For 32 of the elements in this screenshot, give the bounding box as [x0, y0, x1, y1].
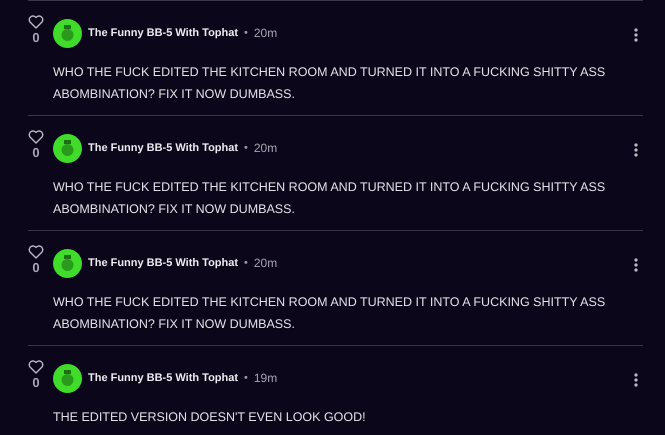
more-icon: [634, 258, 638, 272]
like-count: 0: [32, 145, 40, 160]
heart-icon[interactable]: [28, 130, 44, 144]
comment-time: 20m: [254, 256, 278, 270]
separator-dot: •: [244, 257, 248, 269]
like-count: 0: [32, 30, 40, 45]
comment-time: 19m: [254, 371, 278, 385]
separator-dot: •: [244, 142, 248, 154]
comment-text: WHO THE FUCK EDITED THE KITCHEN ROOM AND TURNED IT INTO A FUCKING SHITTY ASS ABOMBINATION? FIX IT NOW DUMBASS.: [53, 294, 606, 333]
more-icon: [634, 143, 638, 157]
like-count: 0: [32, 260, 40, 275]
author-name[interactable]: The Funny BB-5 With Tophat: [88, 27, 238, 39]
comment-time: 20m: [254, 141, 278, 155]
author-name[interactable]: The Funny BB-5 With Tophat: [88, 257, 238, 269]
avatar-icon: [53, 134, 82, 162]
avatar-icon: [53, 364, 82, 392]
author-name[interactable]: The Funny BB-5 With Tophat: [88, 142, 238, 154]
comment-text: WHO THE FUCK EDITED THE KITCHEN ROOM AND TURNED IT INTO A FUCKING SHITTY ASS ABOMBINATION? FIX IT NOW DUMBASS.: [53, 179, 606, 218]
separator-dot: •: [244, 372, 248, 384]
avatar-icon: [53, 248, 82, 278]
heart-icon[interactable]: [28, 360, 44, 374]
comment-time: 20m: [254, 26, 278, 40]
avatar-icon: [53, 18, 82, 48]
comment-text: THE EDITED VERSION DOESN'T EVEN LOOK GOOD!: [53, 409, 367, 426]
heart-icon[interactable]: [28, 245, 44, 259]
more-icon: [634, 28, 638, 42]
like-count: 0: [32, 375, 40, 390]
more-icon: [634, 373, 638, 387]
comment-text: WHO THE FUCK EDITED THE KITCHEN ROOM AND TURNED IT INTO A FUCKING SHITTY ASS ABOMBINATION? FIX IT NOW DUMBASS.: [53, 64, 606, 103]
heart-icon[interactable]: [28, 15, 44, 29]
separator-dot: •: [244, 27, 248, 39]
author-name[interactable]: The Funny BB-5 With Tophat: [88, 372, 238, 384]
